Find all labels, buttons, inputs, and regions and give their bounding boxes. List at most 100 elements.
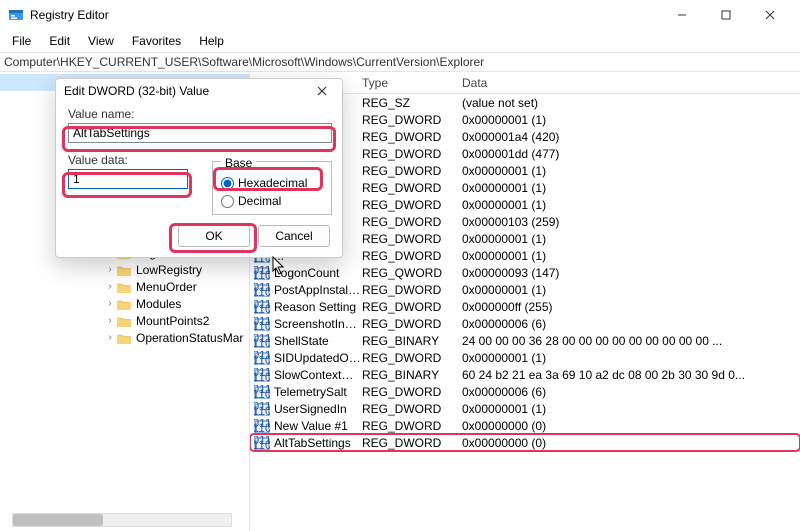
value-name: SlowContextMen... — [274, 368, 362, 382]
tree-label: MenuOrder — [136, 280, 197, 294]
folder-icon — [116, 280, 132, 294]
value-data: 0x00000103 (259) — [462, 215, 800, 229]
value-type: REG_DWORD — [362, 419, 462, 433]
horizontal-scrollbar[interactable] — [12, 513, 232, 527]
value-name: UserSignedIn — [274, 402, 362, 416]
menu-edit[interactable]: Edit — [41, 32, 78, 50]
cancel-button[interactable]: Cancel — [258, 225, 330, 247]
binary-value-icon — [254, 334, 270, 348]
folder-icon — [116, 297, 132, 311]
value-type: REG_DWORD — [362, 215, 462, 229]
list-row[interactable]: AltTabSettingsREG_DWORD0x00000000 (0) — [250, 434, 800, 451]
ok-button[interactable]: OK — [178, 225, 250, 247]
menu-help[interactable]: Help — [191, 32, 232, 50]
value-data: 0x00000000 (0) — [462, 436, 800, 450]
value-data: 0x00000006 (6) — [462, 385, 800, 399]
tree-label: MountPoints2 — [136, 314, 209, 328]
value-name: PostAppInstallTa... — [274, 283, 362, 297]
list-row[interactable]: SlowContextMen...REG_BINARY60 24 b2 21 e… — [250, 366, 800, 383]
value-type: REG_DWORD — [362, 402, 462, 416]
value-name: Reason Setting — [274, 300, 362, 314]
value-name: TelemetrySalt — [274, 385, 362, 399]
list-row[interactable]: SIDUpdatedOnLi...REG_DWORD0x00000001 (1) — [250, 349, 800, 366]
menu-file[interactable]: File — [4, 32, 39, 50]
value-name: ScreenshotIndex — [274, 317, 362, 331]
binary-value-icon — [254, 351, 270, 365]
base-fieldset: Base Hexadecimal Decimal — [212, 161, 332, 215]
value-name-input[interactable] — [68, 123, 332, 143]
value-type: REG_DWORD — [362, 147, 462, 161]
list-row[interactable]: ShellStateREG_BINARY24 00 00 00 36 28 00… — [250, 332, 800, 349]
address-bar[interactable]: Computer\HKEY_CURRENT_USER\Software\Micr… — [0, 52, 800, 72]
column-data[interactable]: Data — [462, 76, 800, 90]
value-data: (value not set) — [462, 96, 800, 110]
list-row[interactable]: ScreenshotIndexREG_DWORD0x00000006 (6) — [250, 315, 800, 332]
menu-view[interactable]: View — [80, 32, 122, 50]
base-label: Base — [221, 156, 256, 170]
folder-icon — [116, 263, 132, 277]
list-row[interactable]: LogonCountREG_QWORD0x00000093 (147) — [250, 264, 800, 281]
hexadecimal-label: Hexadecimal — [238, 176, 307, 190]
value-data: 0x00000093 (147) — [462, 266, 800, 280]
menu-favorites[interactable]: Favorites — [124, 32, 189, 50]
binary-value-icon — [254, 300, 270, 314]
minimize-button[interactable] — [660, 0, 704, 30]
value-data: 0x00000001 (1) — [462, 351, 800, 365]
tree-label: LowRegistry — [136, 263, 202, 277]
tree-node[interactable]: ›Modules — [0, 295, 249, 312]
value-data: 0x000000ff (255) — [462, 300, 800, 314]
value-data: 0x00000001 (1) — [462, 283, 800, 297]
value-name: ShellState — [274, 334, 362, 348]
value-type: REG_BINARY — [362, 368, 462, 382]
value-data: 0x00000006 (6) — [462, 317, 800, 331]
chevron-right-icon[interactable]: › — [104, 298, 116, 309]
list-row[interactable]: New Value #1REG_DWORD0x00000000 (0) — [250, 417, 800, 434]
tree-node[interactable]: › MountPoints2 — [0, 312, 249, 329]
menubar: File Edit View Favorites Help — [0, 30, 800, 52]
value-type: REG_DWORD — [362, 113, 462, 127]
binary-value-icon — [254, 436, 270, 450]
value-data-input[interactable] — [68, 169, 188, 189]
binary-value-icon — [254, 368, 270, 382]
value-data: 0x00000001 (1) — [462, 249, 800, 263]
tree-node[interactable]: › MenuOrder — [0, 278, 249, 295]
value-data: 0x00000001 (1) — [462, 232, 800, 246]
list-row[interactable]: UserSignedInREG_DWORD0x00000001 (1) — [250, 400, 800, 417]
value-name-label: Value name: — [68, 107, 330, 121]
value-type: REG_DWORD — [362, 300, 462, 314]
hexadecimal-radio[interactable]: Hexadecimal — [221, 176, 323, 190]
value-name: SIDUpdatedOnLi... — [274, 351, 362, 365]
folder-icon — [116, 331, 132, 345]
binary-value-icon — [254, 283, 270, 297]
tree-node[interactable]: › LowRegistry — [0, 261, 249, 278]
value-type: REG_DWORD — [362, 164, 462, 178]
close-button[interactable] — [748, 0, 792, 30]
value-data: 0x000001a4 (420) — [462, 130, 800, 144]
dialog-close-button[interactable] — [310, 79, 334, 103]
tree-node[interactable]: ›OperationStatusMar — [0, 329, 249, 346]
value-data: 0x00000001 (1) — [462, 198, 800, 212]
list-row[interactable]: PostAppInstallTa...REG_DWORD0x00000001 (… — [250, 281, 800, 298]
chevron-right-icon[interactable]: › — [104, 281, 116, 292]
list-row[interactable]: TelemetrySaltREG_DWORD0x00000006 (6) — [250, 383, 800, 400]
decimal-radio-input[interactable] — [221, 195, 234, 208]
column-type[interactable]: Type — [362, 76, 462, 90]
value-data: 60 24 b2 21 ea 3a 69 10 a2 dc 08 00 2b 3… — [462, 368, 800, 382]
binary-value-icon — [254, 317, 270, 331]
value-data: 0x00000000 (0) — [462, 419, 800, 433]
list-row[interactable]: Reason SettingREG_DWORD0x000000ff (255) — [250, 298, 800, 315]
binary-value-icon — [254, 419, 270, 433]
value-name: AltTabSettings — [274, 436, 362, 450]
hexadecimal-radio-input[interactable] — [221, 177, 234, 190]
chevron-right-icon[interactable]: › — [104, 264, 116, 275]
scrollbar-thumb[interactable] — [13, 514, 103, 526]
chevron-right-icon[interactable]: › — [104, 315, 116, 326]
value-type: REG_DWORD — [362, 317, 462, 331]
dialog-titlebar[interactable]: Edit DWORD (32-bit) Value — [56, 79, 342, 103]
titlebar: Registry Editor — [0, 0, 800, 30]
value-data: 24 00 00 00 36 28 00 00 00 00 00 00 00 0… — [462, 334, 800, 348]
maximize-button[interactable] — [704, 0, 748, 30]
decimal-radio[interactable]: Decimal — [221, 194, 323, 208]
chevron-right-icon[interactable]: › — [104, 332, 116, 343]
value-type: REG_DWORD — [362, 198, 462, 212]
